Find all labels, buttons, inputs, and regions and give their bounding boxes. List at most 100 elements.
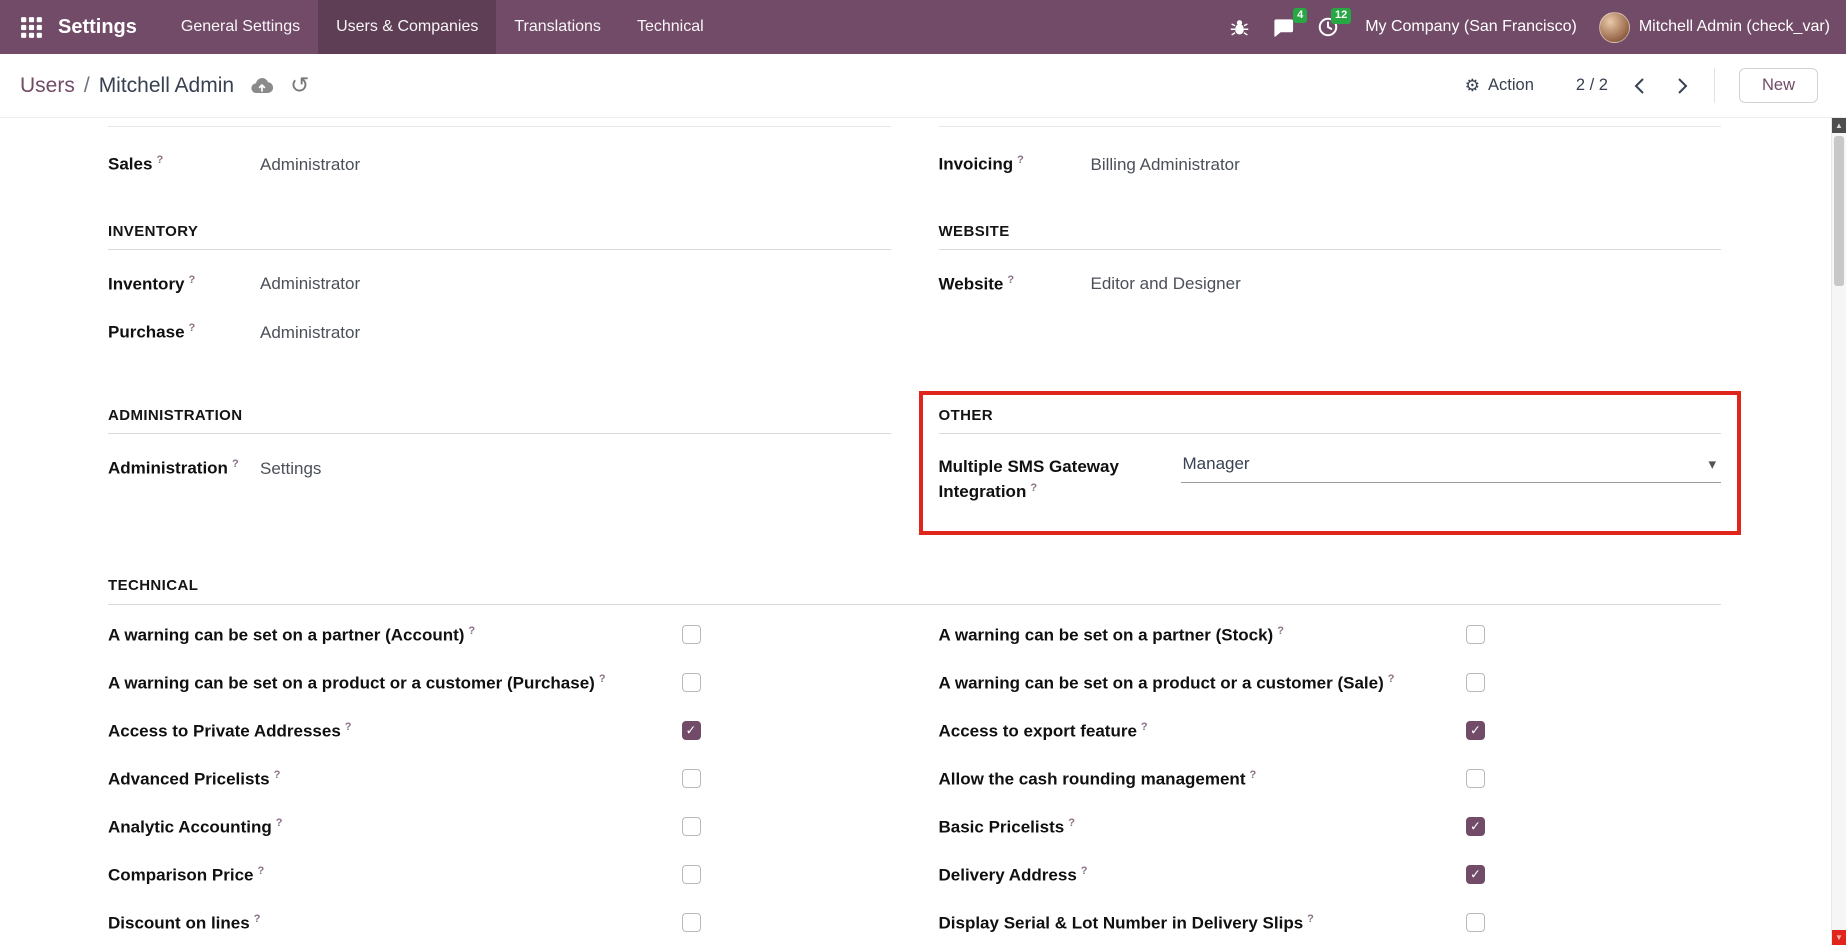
form-section-inventory: INVENTORYInventory?AdministratorPurchase… (108, 223, 891, 371)
pager-previous-button[interactable] (1634, 77, 1645, 95)
access-rights-grid: Sales?AdministratorInvoicing?Billing Adm… (108, 118, 1721, 535)
section-divider (108, 604, 1721, 605)
technical-row: Display Serial & Lot Number in Delivery … (939, 899, 1722, 945)
technical-field-label: Access to export feature? (939, 721, 1148, 742)
action-menu-button[interactable]: ⚙ Action (1465, 76, 1534, 96)
form-group: Invoicing?Billing Administrator (939, 126, 1722, 187)
help-icon[interactable]: ? (1141, 721, 1148, 733)
checkbox-basic-pricelists[interactable] (1466, 817, 1485, 836)
pager-next-button[interactable] (1677, 77, 1688, 95)
help-icon[interactable]: ? (599, 673, 606, 685)
checkbox-comparison-price[interactable] (682, 865, 701, 884)
field-value[interactable]: Administrator (260, 155, 360, 175)
checkbox-analytic-accounting[interactable] (682, 817, 701, 836)
app-name[interactable]: Settings (58, 16, 137, 39)
new-button[interactable]: New (1739, 68, 1818, 103)
discard-refresh-icon[interactable]: ↺ (290, 74, 309, 97)
help-icon[interactable]: ? (1007, 274, 1014, 286)
technical-row: A warning can be set on a product or a c… (939, 659, 1722, 707)
help-icon[interactable]: ? (254, 913, 261, 925)
technical-column-left: A warning can be set on a partner (Accou… (108, 611, 891, 945)
form-section-other: OTHER Multiple SMS Gateway Integration?Ma… (939, 391, 1722, 535)
scrollbar-thumb[interactable] (1834, 136, 1844, 286)
checkbox-allow-the-cash-rounding-management[interactable] (1466, 769, 1485, 788)
form-group: Sales?Administrator (108, 126, 891, 187)
checkbox-discount-on-lines[interactable] (682, 913, 701, 932)
menu-item-translations[interactable]: Translations (496, 0, 619, 54)
field-value[interactable]: Administrator (260, 323, 360, 343)
pager-counter: 2 / 2 (1576, 76, 1608, 95)
menu-item-users-companies[interactable]: Users & Companies (318, 0, 496, 54)
help-icon[interactable]: ? (1388, 673, 1395, 685)
grid-icon (19, 15, 44, 40)
checkbox-display-serial-lot-number-in-delivery-slips[interactable] (1466, 913, 1485, 932)
help-icon[interactable]: ? (274, 769, 281, 781)
debug-icon[interactable] (1229, 17, 1250, 38)
technical-row: Basic Pricelists? (939, 803, 1722, 851)
technical-row: Discount on lines? (108, 899, 891, 945)
technical-row: Allow the cash rounding management? (939, 755, 1722, 803)
help-icon[interactable]: ? (156, 154, 163, 166)
help-icon[interactable]: ? (468, 625, 475, 637)
technical-row: A warning can be set on a partner (Stock… (939, 611, 1722, 659)
section-divider (939, 249, 1722, 250)
help-icon[interactable]: ? (1017, 154, 1024, 166)
field-value[interactable]: Administrator (260, 274, 360, 294)
checkbox-access-to-private-addresses[interactable] (682, 721, 701, 740)
form-section-website: WEBSITEWebsite?Editor and Designer (939, 223, 1722, 371)
help-icon[interactable]: ? (1068, 817, 1075, 829)
messages-icon[interactable]: 4 (1272, 16, 1295, 39)
checkbox-a-warning-can-be-set-on-a-product-or-a-customer-sale[interactable] (1466, 673, 1485, 692)
help-icon[interactable]: ? (276, 817, 283, 829)
technical-row: Comparison Price? (108, 851, 891, 899)
field-label-multiple-sms-gateway-integration: Multiple SMS Gateway Integration? (939, 454, 1181, 505)
technical-field-label: Delivery Address? (939, 865, 1088, 886)
avatar (1599, 12, 1630, 43)
field-value[interactable]: Billing Administrator (1091, 155, 1240, 175)
form-field-row: Sales?Administrator (108, 154, 891, 175)
navbar-systray: 4 12 My Company (San Francisco) Mitchell… (1229, 12, 1830, 43)
technical-row: Advanced Pricelists? (108, 755, 891, 803)
field-label-administration: Administration? (108, 458, 260, 479)
menu-item-technical[interactable]: Technical (619, 0, 722, 54)
field-value[interactable]: Editor and Designer (1091, 274, 1241, 294)
company-switcher[interactable]: My Company (San Francisco) (1365, 18, 1577, 36)
breadcrumb-parent-link[interactable]: Users (20, 74, 75, 98)
help-icon[interactable]: ? (232, 458, 239, 470)
checkbox-a-warning-can-be-set-on-a-partner-account[interactable] (682, 625, 701, 644)
checkbox-a-warning-can-be-set-on-a-partner-stock[interactable] (1466, 625, 1485, 644)
save-cloud-icon[interactable] (250, 74, 274, 98)
help-icon[interactable]: ? (258, 865, 265, 877)
menu-item-general-settings[interactable]: General Settings (163, 0, 318, 54)
chevron-down-icon: ▾ (1708, 455, 1716, 473)
user-menu[interactable]: Mitchell Admin (check_var) (1599, 12, 1830, 43)
technical-field-label: Display Serial & Lot Number in Delivery … (939, 913, 1314, 934)
checkbox-delivery-address[interactable] (1466, 865, 1485, 884)
help-icon[interactable]: ? (1277, 625, 1284, 637)
help-icon[interactable]: ? (1249, 769, 1256, 781)
scroll-down-icon[interactable]: ▼ (1832, 930, 1846, 945)
technical-row: Access to Private Addresses? (108, 707, 891, 755)
help-icon[interactable]: ? (189, 274, 196, 286)
field-label-website: Website? (939, 274, 1091, 295)
apps-menu-icon[interactable] (10, 0, 52, 54)
technical-field-label: Advanced Pricelists? (108, 769, 280, 790)
technical-field-label: A warning can be set on a product or a c… (939, 673, 1395, 694)
scrollbar[interactable]: ▲ ▼ (1831, 118, 1846, 945)
section-title-other: OTHER (939, 407, 1722, 424)
scroll-up-icon[interactable]: ▲ (1832, 118, 1846, 133)
field-value[interactable]: Settings (260, 459, 321, 479)
help-icon[interactable]: ? (1030, 482, 1037, 494)
activities-clock-icon[interactable]: 12 (1317, 16, 1339, 38)
technical-grid: A warning can be set on a partner (Accou… (108, 611, 1721, 945)
help-icon[interactable]: ? (1307, 913, 1314, 925)
checkbox-a-warning-can-be-set-on-a-product-or-a-customer-purchase[interactable] (682, 673, 701, 692)
form-section-administration: ADMINISTRATIONAdministration?Settings (108, 407, 891, 535)
checkbox-advanced-pricelists[interactable] (682, 769, 701, 788)
help-icon[interactable]: ? (189, 322, 196, 334)
gear-icon: ⚙ (1465, 76, 1480, 96)
field-dropdown-multiple-sms-gateway-integration[interactable]: Manager▾ (1181, 454, 1722, 483)
help-icon[interactable]: ? (345, 721, 352, 733)
checkbox-access-to-export-feature[interactable] (1466, 721, 1485, 740)
help-icon[interactable]: ? (1081, 865, 1088, 877)
